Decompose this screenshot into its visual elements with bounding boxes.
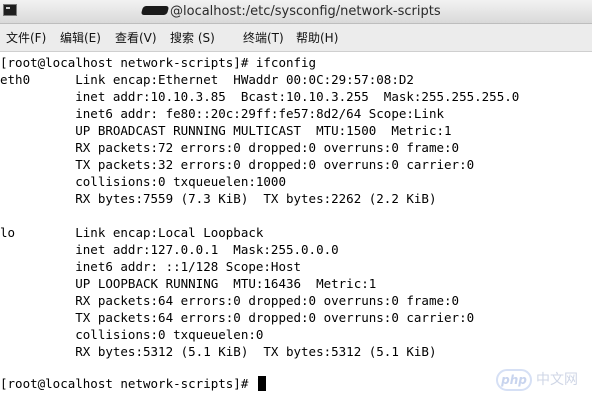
terminal-line: RX bytes:5312 (5.1 KiB) TX bytes:5312 (5… [0,344,437,359]
text-cursor [257,376,266,391]
php-logo: php [496,369,532,391]
php-watermark: php 中文网 [496,368,592,392]
redacted-username [140,6,170,15]
watermark-text: 中文网 [536,372,578,388]
terminal-icon [3,4,17,16]
terminal-line: inet addr:10.10.3.85 Bcast:10.10.3.255 M… [0,89,520,104]
terminal-line: UP BROADCAST RUNNING MULTICAST MTU:1500 … [0,123,452,138]
terminal-line: RX packets:64 errors:0 dropped:0 overrun… [0,293,460,308]
terminal-line: TX packets:32 errors:0 dropped:0 overrun… [0,157,475,172]
menu-edit[interactable]: 编辑(E) [60,30,101,46]
terminal-line: inet6 addr: ::1/128 Scope:Host [0,259,302,274]
terminal-line: inet6 addr: fe80::20c:29ff:fe57:8d2/64 S… [0,106,445,121]
menu-bar: 文件(F) 编辑(E) 查看(V) 搜索 (S) 终端(T) 帮助(H) [0,24,592,52]
shell-prompt: [root@localhost network-scripts]# [0,376,256,391]
terminal-line: eth0 Link encap:Ethernet HWaddr 00:0C:29… [0,72,414,87]
terminal-line: collisions:0 txqueuelen:1000 [0,174,286,189]
window-titlebar[interactable]: @localhost:/etc/sysconfig/network-script… [0,0,592,24]
menu-search[interactable]: 搜索 (S) [170,30,215,46]
window-title: @localhost:/etc/sysconfig/network-script… [170,4,441,19]
terminal-line: UP LOOPBACK RUNNING MTU:16436 Metric:1 [0,276,377,291]
menu-terminal[interactable]: 终端(T) [243,30,284,46]
terminal-line: lo Link encap:Local Loopback [0,225,264,240]
menu-file[interactable]: 文件(F) [6,30,46,46]
terminal-line: [root@localhost network-scripts]# ifconf… [0,55,317,70]
terminal-output[interactable]: [root@localhost network-scripts]# ifconf… [0,52,592,408]
menu-view[interactable]: 查看(V) [115,30,157,46]
terminal-line: RX bytes:7559 (7.3 KiB) TX bytes:2262 (2… [0,191,437,206]
terminal-line: RX packets:72 errors:0 dropped:0 overrun… [0,140,460,155]
terminal-line: TX packets:64 errors:0 dropped:0 overrun… [0,310,475,325]
terminal-line: inet addr:127.0.0.1 Mask:255.0.0.0 [0,242,339,257]
prompt-line[interactable]: [root@localhost network-scripts]# [0,375,266,392]
menu-help[interactable]: 帮助(H) [296,30,338,46]
terminal-line: collisions:0 txqueuelen:0 [0,327,264,342]
